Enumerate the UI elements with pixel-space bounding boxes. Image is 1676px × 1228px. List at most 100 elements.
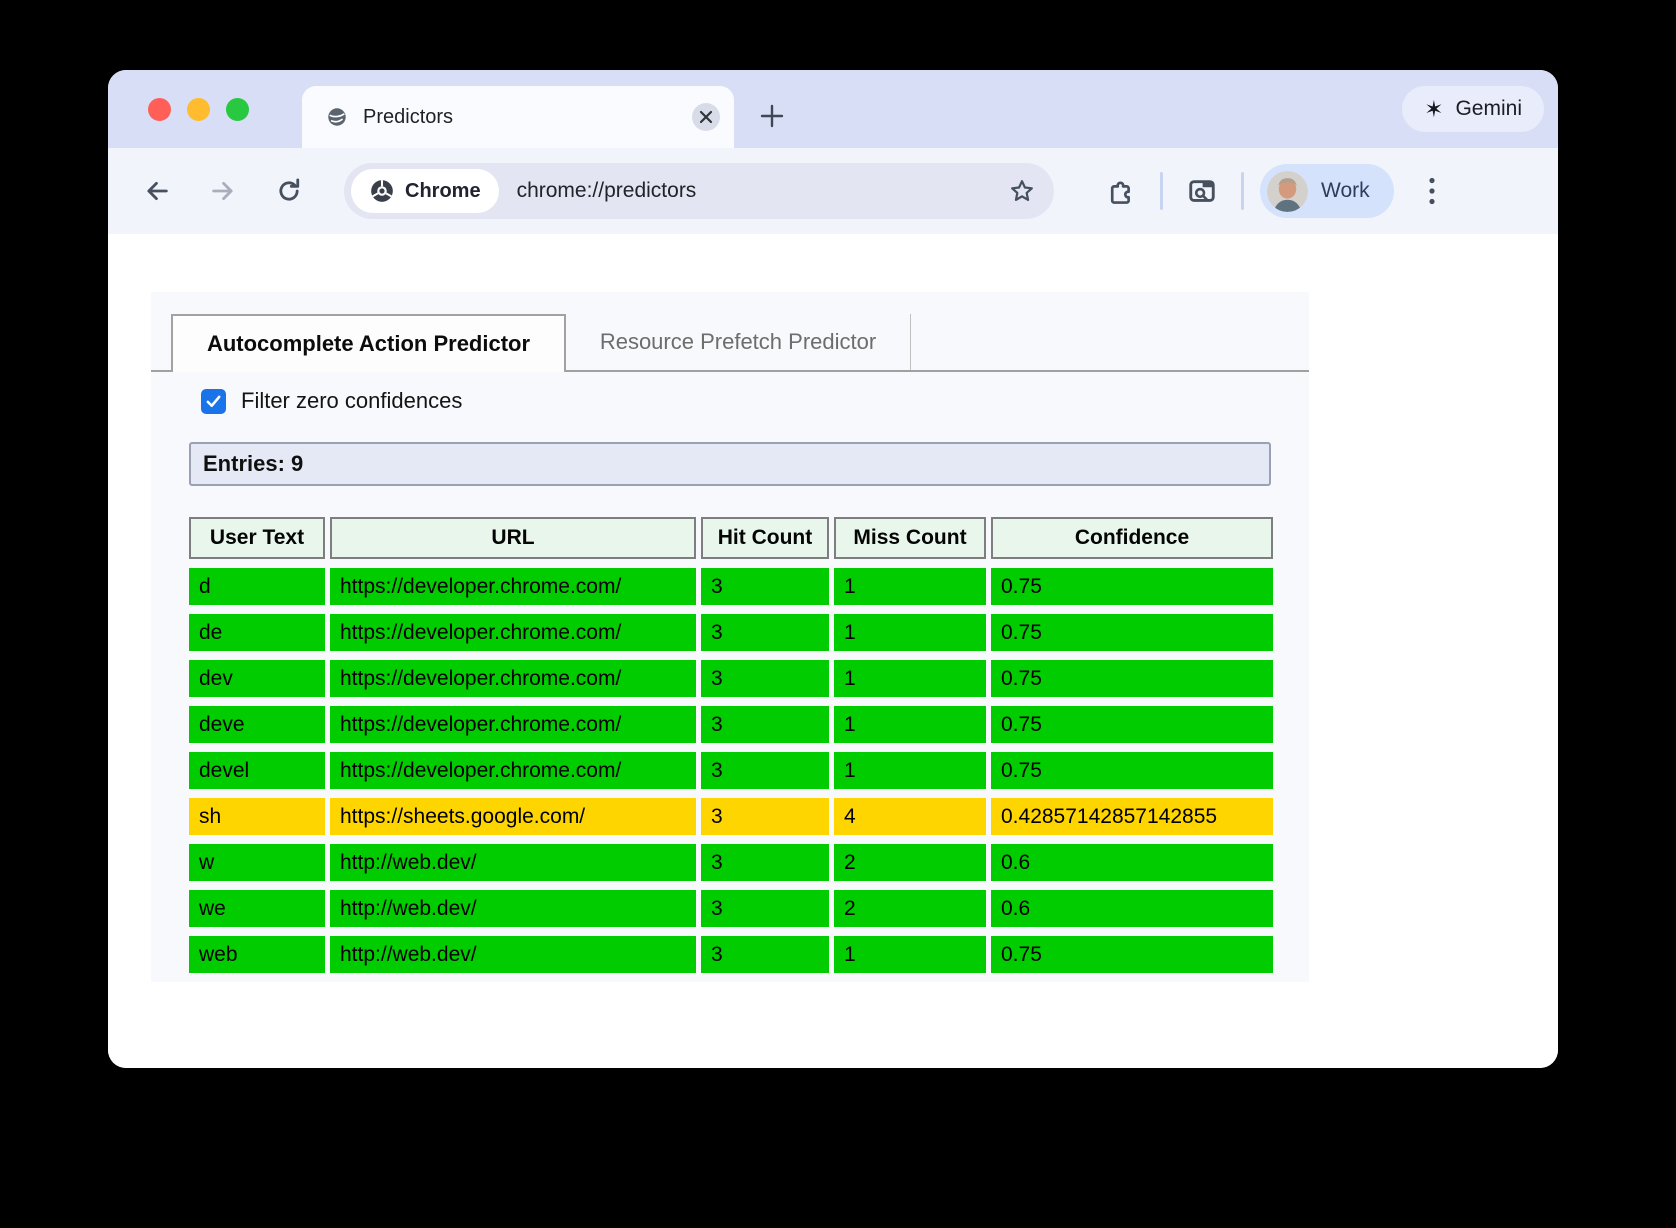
gemini-sparkle-icon: ✶ bbox=[1424, 98, 1443, 121]
predictor-tabs: Autocomplete Action Predictor Resource P… bbox=[151, 314, 1309, 372]
entries-count: Entries: 9 bbox=[203, 451, 303, 477]
table-cell-hit-count: 3 bbox=[701, 568, 829, 605]
table-cell-confidence: 0.75 bbox=[991, 660, 1273, 697]
table-row: devhttps://developer.chrome.com/310.75 bbox=[189, 660, 1273, 697]
extensions-button[interactable] bbox=[1098, 168, 1144, 214]
table-cell-confidence: 0.42857142857142855 bbox=[991, 798, 1273, 835]
column-header: Hit Count bbox=[701, 517, 829, 559]
tab-autocomplete-action-predictor[interactable]: Autocomplete Action Predictor bbox=[171, 314, 566, 372]
table-cell-hit-count: 3 bbox=[701, 936, 829, 973]
table-cell-url: http://web.dev/ bbox=[330, 936, 696, 973]
table-cell-hit-count: 3 bbox=[701, 660, 829, 697]
table-cell-miss-count: 2 bbox=[834, 890, 986, 927]
table-cell-confidence: 0.75 bbox=[991, 706, 1273, 743]
tab-title: Predictors bbox=[363, 106, 453, 129]
table-cell-url: https://developer.chrome.com/ bbox=[330, 568, 696, 605]
table-cell-miss-count: 1 bbox=[834, 752, 986, 789]
forward-button[interactable] bbox=[200, 168, 246, 214]
filter-zero-confidences-checkbox[interactable] bbox=[201, 389, 226, 414]
profile-button[interactable]: Work bbox=[1260, 164, 1394, 218]
table-cell-miss-count: 1 bbox=[834, 568, 986, 605]
table-cell-user-text: web bbox=[189, 936, 325, 973]
tab-strip: Predictors ✶ Gemini bbox=[108, 70, 1558, 148]
globe-favicon-icon bbox=[326, 106, 348, 128]
table-cell-user-text: sh bbox=[189, 798, 325, 835]
table-cell-confidence: 0.75 bbox=[991, 614, 1273, 651]
table-cell-user-text: d bbox=[189, 568, 325, 605]
chrome-chip-label: Chrome bbox=[405, 180, 481, 203]
traffic-lights bbox=[148, 98, 249, 121]
table-cell-miss-count: 4 bbox=[834, 798, 986, 835]
table-cell-hit-count: 3 bbox=[701, 798, 829, 835]
table-cell-user-text: dev bbox=[189, 660, 325, 697]
zoom-window-button[interactable] bbox=[226, 98, 249, 121]
table-cell-hit-count: 3 bbox=[701, 614, 829, 651]
column-header: Confidence bbox=[991, 517, 1273, 559]
table-cell-url: http://web.dev/ bbox=[330, 890, 696, 927]
url-text[interactable]: chrome://predictors bbox=[517, 179, 1008, 203]
table-cell-user-text: devel bbox=[189, 752, 325, 789]
page-viewport: Autocomplete Action Predictor Resource P… bbox=[108, 234, 1558, 1068]
close-window-button[interactable] bbox=[148, 98, 171, 121]
table-cell-miss-count: 1 bbox=[834, 660, 986, 697]
menu-kebab-button[interactable] bbox=[1412, 168, 1452, 214]
chrome-logo-icon bbox=[369, 178, 395, 204]
table-cell-url: https://sheets.google.com/ bbox=[330, 798, 696, 835]
gemini-button[interactable]: ✶ Gemini bbox=[1402, 86, 1544, 132]
entries-bar: Entries: 9 bbox=[189, 442, 1271, 486]
table-cell-miss-count: 1 bbox=[834, 936, 986, 973]
new-tab-button[interactable] bbox=[756, 100, 788, 132]
table-cell-url: http://web.dev/ bbox=[330, 844, 696, 881]
column-header: URL bbox=[330, 517, 696, 559]
table-cell-user-text: deve bbox=[189, 706, 325, 743]
table-cell-miss-count: 1 bbox=[834, 614, 986, 651]
table-row: shhttps://sheets.google.com/340.42857142… bbox=[189, 798, 1273, 835]
table-row: wehttp://web.dev/320.6 bbox=[189, 890, 1273, 927]
table-cell-url: https://developer.chrome.com/ bbox=[330, 660, 696, 697]
table-cell-hit-count: 3 bbox=[701, 706, 829, 743]
filter-label[interactable]: Filter zero confidences bbox=[241, 388, 462, 414]
table-cell-confidence: 0.75 bbox=[991, 752, 1273, 789]
tab-resource-prefetch-predictor[interactable]: Resource Prefetch Predictor bbox=[566, 314, 911, 370]
table-cell-miss-count: 1 bbox=[834, 706, 986, 743]
browser-tab-predictors[interactable]: Predictors bbox=[302, 86, 734, 148]
predictors-page: Autocomplete Action Predictor Resource P… bbox=[151, 292, 1309, 982]
table-row: webhttp://web.dev/310.75 bbox=[189, 936, 1273, 973]
table-cell-confidence: 0.6 bbox=[991, 890, 1273, 927]
table-cell-miss-count: 2 bbox=[834, 844, 986, 881]
toolbar-divider bbox=[1241, 172, 1244, 210]
table-row: dhttps://developer.chrome.com/310.75 bbox=[189, 568, 1273, 605]
back-button[interactable] bbox=[134, 168, 180, 214]
table-cell-user-text: de bbox=[189, 614, 325, 651]
bookmark-star-icon[interactable] bbox=[1008, 177, 1036, 205]
tab-close-button[interactable] bbox=[692, 103, 720, 131]
predictions-table: User TextURLHit CountMiss CountConfidenc… bbox=[184, 508, 1278, 982]
table-cell-confidence: 0.6 bbox=[991, 844, 1273, 881]
gemini-label: Gemini bbox=[1455, 97, 1522, 121]
table-cell-hit-count: 3 bbox=[701, 890, 829, 927]
toolbar-divider bbox=[1160, 172, 1163, 210]
table-cell-hit-count: 3 bbox=[701, 752, 829, 789]
minimize-window-button[interactable] bbox=[187, 98, 210, 121]
column-header: Miss Count bbox=[834, 517, 986, 559]
browser-toolbar: Chrome chrome://predictors bbox=[108, 148, 1558, 234]
reload-button[interactable] bbox=[266, 168, 312, 214]
browser-window: Predictors ✶ Gemini bbox=[108, 70, 1558, 1068]
tab-search-button[interactable] bbox=[1179, 168, 1225, 214]
table-row: devehttps://developer.chrome.com/310.75 bbox=[189, 706, 1273, 743]
profile-label: Work bbox=[1321, 179, 1370, 203]
address-bar[interactable]: Chrome chrome://predictors bbox=[344, 163, 1054, 219]
table-cell-user-text: w bbox=[189, 844, 325, 881]
table-row: dehttps://developer.chrome.com/310.75 bbox=[189, 614, 1273, 651]
column-header: User Text bbox=[189, 517, 325, 559]
table-cell-url: https://developer.chrome.com/ bbox=[330, 614, 696, 651]
table-cell-hit-count: 3 bbox=[701, 844, 829, 881]
filter-row: Filter zero confidences bbox=[201, 388, 1309, 414]
table-header-row: User TextURLHit CountMiss CountConfidenc… bbox=[189, 517, 1273, 559]
avatar bbox=[1267, 171, 1308, 212]
table-row: whttp://web.dev/320.6 bbox=[189, 844, 1273, 881]
table-cell-user-text: we bbox=[189, 890, 325, 927]
table-cell-confidence: 0.75 bbox=[991, 936, 1273, 973]
chrome-chip[interactable]: Chrome bbox=[351, 169, 499, 213]
table-cell-url: https://developer.chrome.com/ bbox=[330, 752, 696, 789]
